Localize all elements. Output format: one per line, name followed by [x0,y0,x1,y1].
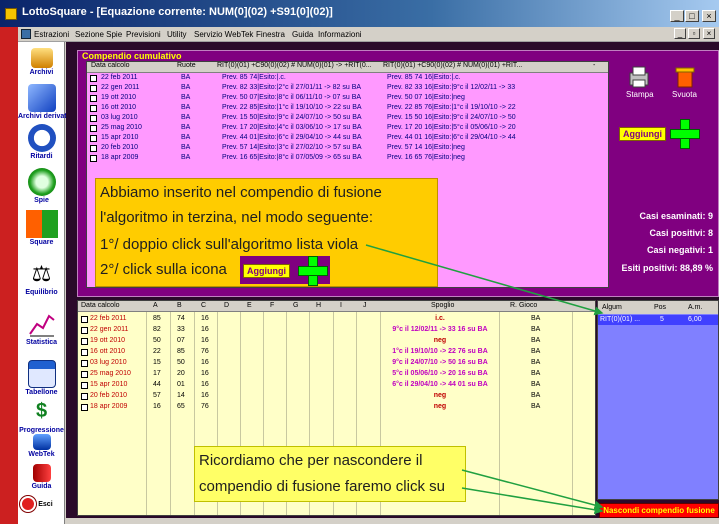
annotation-arrows [365,244,604,515]
